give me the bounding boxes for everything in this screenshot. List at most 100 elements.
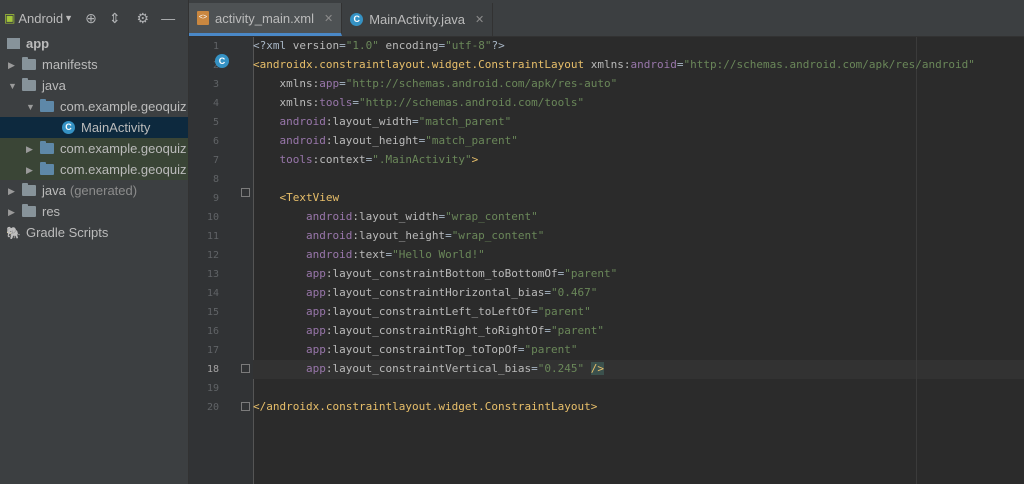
line-number: 17: [206, 345, 219, 356]
class-icon: C: [62, 121, 75, 134]
collapse-icon[interactable]: ⇕: [109, 10, 121, 27]
tree-item-label: com.example.geoquiz: [60, 99, 187, 114]
chevron-right-icon[interactable]: ▶: [8, 207, 16, 216]
chevron-right-icon[interactable]: ▶: [8, 186, 16, 195]
fold-icon[interactable]: [241, 402, 250, 411]
folder-icon: [22, 57, 36, 70]
tree-item-java[interactable]: ▼ java: [0, 75, 188, 96]
line-number: 15: [206, 307, 219, 318]
line-number: 6: [212, 136, 219, 147]
chevron-down-icon[interactable]: ▼: [8, 81, 17, 90]
code-line: app:layout_constraintTop_toTopOf="parent…: [305, 343, 578, 356]
view-selector[interactable]: Android: [18, 11, 63, 26]
class-icon: C: [350, 13, 364, 26]
line-number: 1: [212, 41, 219, 52]
line-number: 11: [206, 231, 219, 242]
line-number: 9: [212, 193, 219, 204]
fold-icon[interactable]: [241, 364, 250, 373]
line-number: 19: [206, 383, 219, 394]
tab-label: MainActivity.java: [369, 12, 466, 27]
line-number: 10: [206, 212, 219, 223]
code-line: android:layout_height="match_parent": [279, 134, 518, 147]
tree-item-label: com.example.geoquiz: [60, 162, 187, 177]
module-icon: [7, 38, 20, 49]
tab-label: activity_main.xml: [215, 10, 314, 26]
fold-icon[interactable]: [241, 188, 250, 197]
close-icon[interactable]: ✕: [475, 13, 484, 26]
tree-item-label: MainActivity: [81, 120, 151, 135]
tree-item-package[interactable]: ▼ com.example.geoquiz: [0, 96, 188, 117]
code-line: android:layout_height="wrap_content": [305, 229, 545, 242]
editor-tabs: <> activity_main.xml ✕ C MainActivity.ja…: [189, 0, 1024, 37]
line-number: 14: [206, 288, 219, 299]
line-number: 4: [212, 98, 219, 109]
tab-mainactivity-java[interactable]: C MainActivity.java ✕: [342, 3, 494, 36]
code-line: android:layout_width="match_parent": [279, 115, 512, 128]
code-line: android:text="Hello World!": [305, 248, 485, 261]
line-number: 12: [206, 250, 219, 261]
code-line: <androidx.constraintlayout.widget.Constr…: [253, 58, 975, 71]
project-panel: ▣ Android ▼ ⊕ ⇕ ⚙ — app ▶ manifests ▼ ja…: [0, 0, 189, 484]
line-number: 20: [206, 402, 219, 413]
code-area[interactable]: <?xml version="1.0" encoding="utf-8"?> <…: [253, 37, 1024, 484]
tree-item-label: app: [26, 36, 50, 51]
chevron-down-icon[interactable]: ▼: [26, 102, 35, 111]
line-number: 3: [212, 79, 219, 90]
tree-item-label: Gradle Scripts: [25, 225, 109, 240]
chevron-right-icon[interactable]: ▶: [26, 144, 34, 153]
close-icon[interactable]: ✕: [324, 12, 333, 25]
xml-file-icon: <>: [197, 11, 209, 25]
gradle-icon: 🐘: [6, 225, 21, 240]
project-toolbar: ▣ Android ▼ ⊕ ⇕ ⚙ —: [0, 0, 188, 36]
code-line: app:layout_constraintHorizontal_bias="0.…: [305, 286, 598, 299]
code-line: xmlns:tools="http://schemas.android.com/…: [279, 96, 585, 109]
tree-item-label: res: [42, 204, 61, 219]
tree-item-mainactivity[interactable]: C MainActivity: [0, 117, 188, 138]
code-line: app:layout_constraintLeft_toLeftOf="pare…: [305, 305, 591, 318]
chevron-right-icon[interactable]: ▶: [26, 165, 34, 174]
code-line: app:layout_constraintBottom_toBottomOf="…: [305, 267, 618, 280]
tree-item-res[interactable]: ▶ res: [0, 201, 188, 222]
code-line: app:layout_constraintRight_toRightOf="pa…: [305, 324, 605, 337]
chevron-down-icon[interactable]: ▼: [64, 13, 73, 23]
tree-item-package-test[interactable]: ▶ com.example.geoquiz: [0, 138, 188, 159]
code-line: android:layout_width="wrap_content": [305, 210, 538, 223]
tree-item-suffix: (generated): [69, 183, 138, 198]
gear-icon[interactable]: ⚙: [137, 10, 150, 27]
locate-icon[interactable]: ⊕: [85, 10, 97, 27]
tab-activity-main-xml[interactable]: <> activity_main.xml ✕: [189, 3, 343, 36]
android-icon: ▣: [4, 11, 16, 25]
folder-icon: [22, 204, 36, 217]
line-number: 7: [212, 155, 219, 166]
line-number: 8: [212, 174, 219, 185]
code-line: xmlns:app="http://schemas.android.com/ap…: [279, 77, 618, 90]
class-gutter-icon[interactable]: C: [215, 54, 229, 68]
line-number-current: 18: [206, 364, 219, 375]
minimize-icon[interactable]: —: [161, 10, 175, 26]
line-number: 16: [206, 326, 219, 337]
tree-item-label: manifests: [42, 57, 98, 72]
generated-folder-icon: [22, 183, 36, 196]
package-icon: [40, 99, 54, 112]
tree-item-manifests[interactable]: ▶ manifests: [0, 54, 188, 75]
package-icon: [40, 162, 54, 175]
tree-item-gradle-scripts[interactable]: 🐘 Gradle Scripts: [0, 222, 188, 243]
tree-item-label: com.example.geoquiz: [60, 141, 187, 156]
fold-column: [237, 37, 254, 484]
folder-icon: [22, 78, 36, 91]
code-line: </androidx.constraintlayout.widget.Const…: [253, 400, 598, 413]
line-number: 13: [206, 269, 219, 280]
line-number: 5: [212, 117, 219, 128]
chevron-right-icon[interactable]: ▶: [8, 60, 16, 69]
code-editor[interactable]: 1 2 3 4 5 6 7 8 9 10 11 12 13 14 15 16 1…: [189, 37, 1024, 484]
code-line: <TextView: [279, 191, 340, 204]
line-number-gutter: 1 2 3 4 5 6 7 8 9 10 11 12 13 14 15 16 1…: [189, 37, 237, 484]
code-line: <?xml version="1.0" encoding="utf-8"?>: [253, 39, 505, 52]
tree-item-java-generated[interactable]: ▶ java (generated): [0, 180, 188, 201]
tree-item-label: java: [42, 183, 66, 198]
package-icon: [40, 141, 54, 154]
code-line: tools:context=".MainActivity">: [279, 153, 479, 166]
right-margin-guide: [916, 37, 917, 484]
tree-item-package-androidtest[interactable]: ▶ com.example.geoquiz: [0, 159, 188, 180]
tree-item-app[interactable]: app: [0, 33, 188, 54]
